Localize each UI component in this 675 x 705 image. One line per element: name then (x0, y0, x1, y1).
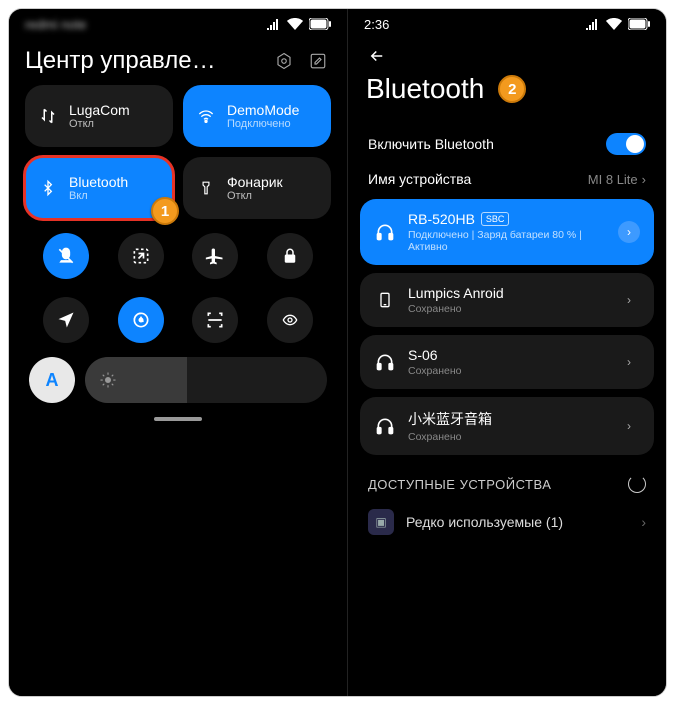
device-name-row[interactable]: Имя устройства MI 8 Lite › (348, 163, 666, 195)
wifi-icon (287, 18, 303, 30)
stack-icon: ▣ (368, 509, 394, 535)
device-item[interactable]: RB-520HB SBC Подключено | Заряд батареи … (360, 199, 654, 265)
battery-icon (628, 18, 650, 30)
chevron-right-icon[interactable]: › (618, 351, 640, 373)
tile-bluetooth[interactable]: Bluetooth Вкл 1 (25, 157, 173, 219)
bluetooth-toggle[interactable] (606, 133, 646, 155)
chevron-right-icon[interactable]: › (618, 415, 640, 437)
phone-icon (374, 289, 396, 311)
enable-bluetooth-label: Включить Bluetooth (368, 136, 494, 152)
tile-data[interactable]: LugaCom Откл (25, 85, 173, 147)
chevron-right-icon[interactable]: › (618, 289, 640, 311)
wifi-icon (606, 18, 622, 30)
page-title-row: Bluetooth 2 (348, 73, 666, 125)
device-name: Lumpics Anroid (408, 285, 606, 301)
drag-handle[interactable] (154, 417, 202, 421)
toggle-eye[interactable] (267, 297, 313, 343)
device-status: Сохранено (408, 303, 606, 315)
battery-icon (309, 18, 331, 30)
device-status: Сохранено (408, 365, 606, 377)
chevron-right-icon: › (641, 514, 646, 530)
step-badge-2: 2 (498, 75, 526, 103)
flashlight-icon (195, 178, 217, 198)
toggle-screenshot[interactable] (118, 233, 164, 279)
headphones-icon (374, 352, 396, 372)
toggle-scanner[interactable] (192, 297, 238, 343)
tile-label: DemoMode (227, 102, 299, 118)
toggle-mute[interactable] (43, 233, 89, 279)
device-name-value: MI 8 Lite (588, 172, 638, 187)
back-button[interactable] (348, 39, 666, 73)
tile-sub: Откл (227, 190, 283, 202)
toggle-airplane[interactable] (192, 233, 238, 279)
enable-bluetooth-row[interactable]: Включить Bluetooth (348, 125, 666, 163)
brightness-slider[interactable] (85, 357, 327, 403)
sun-icon (99, 371, 117, 389)
signal-icon (586, 18, 600, 30)
rarely-used-row[interactable]: ▣ Редко используемые (1) › (348, 499, 666, 545)
wifi-icon (195, 108, 217, 124)
toggle-lock[interactable] (267, 233, 313, 279)
screenshot-container: redmi note Центр управле… (8, 8, 667, 697)
statusbar-left: redmi note (9, 9, 347, 39)
tile-sub: Вкл (69, 190, 128, 202)
device-name: 小米蓝牙音箱 (408, 409, 606, 429)
cc-header: Центр управле… (9, 39, 347, 85)
toggle-rotate[interactable] (118, 297, 164, 343)
data-icon (37, 107, 59, 125)
settings-icon[interactable] (271, 48, 297, 74)
auto-brightness-toggle[interactable]: A (29, 357, 75, 403)
bluetooth-icon (37, 178, 59, 198)
quick-tiles-grid: LugaCom Откл DemoMode Подключено Bluetoo… (9, 85, 347, 219)
device-item[interactable]: 小米蓝牙音箱 Сохранено › (360, 397, 654, 455)
step-badge-1: 1 (151, 197, 179, 225)
device-name: S-06 (408, 347, 606, 363)
toggle-row-2 (9, 283, 347, 347)
paired-devices-list: RB-520HB SBC Подключено | Заряд батареи … (348, 195, 666, 459)
headphones-icon (374, 416, 396, 436)
page-title: Bluetooth (366, 73, 484, 105)
headphones-icon (374, 222, 396, 242)
edit-icon[interactable] (305, 48, 331, 74)
device-name-label: Имя устройства (368, 171, 471, 187)
codec-badge: SBC (481, 212, 510, 226)
tile-flashlight[interactable]: Фонарик Откл (183, 157, 331, 219)
device-status: Сохранено (408, 431, 606, 443)
toggle-row-1 (9, 219, 347, 283)
bluetooth-settings-panel: 2:36 Bluetooth 2 Включить (348, 9, 666, 696)
statusbar-right: 2:36 (348, 9, 666, 39)
device-name: RB-520HB SBC (408, 211, 606, 227)
tile-wifi[interactable]: DemoMode Подключено (183, 85, 331, 147)
available-devices-header: ДОСТУПНЫЕ УСТРОЙСТВА (348, 459, 666, 499)
tile-sub: Откл (69, 118, 130, 130)
device-item[interactable]: Lumpics Anroid Сохранено › (360, 273, 654, 327)
chevron-right-icon: › (642, 172, 646, 187)
chevron-right-icon[interactable]: › (618, 221, 640, 243)
tile-label: Фонарик (227, 174, 283, 190)
signal-icon (267, 18, 281, 30)
rarely-used-label: Редко используемые (1) (406, 514, 629, 530)
control-center-panel: redmi note Центр управле… (9, 9, 348, 696)
tile-label: LugaCom (69, 102, 130, 118)
device-item[interactable]: S-06 Сохранено › (360, 335, 654, 389)
carrier-blurred: redmi note (25, 17, 86, 32)
tile-label: Bluetooth (69, 174, 128, 190)
refresh-icon[interactable] (628, 475, 646, 493)
tile-sub: Подключено (227, 118, 299, 130)
brightness-row: A (9, 347, 347, 403)
toggle-location[interactable] (43, 297, 89, 343)
status-time: 2:36 (364, 17, 389, 32)
cc-title: Центр управле… (25, 47, 263, 75)
device-status: Подключено | Заряд батареи 80 % | Активн… (408, 229, 606, 253)
